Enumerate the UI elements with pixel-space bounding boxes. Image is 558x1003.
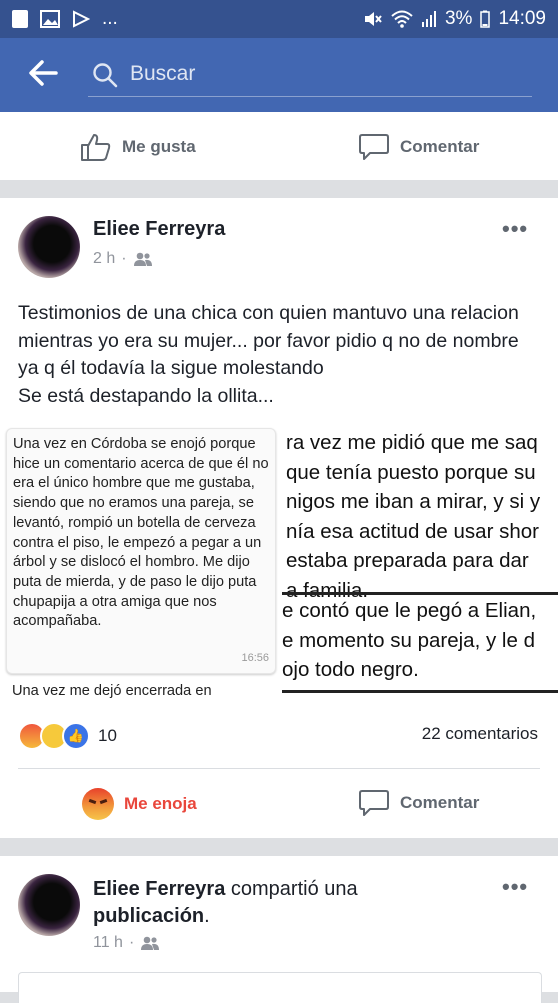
react-label: Me enoja — [124, 794, 197, 813]
chat-bubble: Una vez en Córdoba se enojó porque hice … — [6, 428, 276, 674]
chat-screenshot: Una vez en Córdoba se enojó porque hice … — [6, 428, 278, 700]
battery-icon — [480, 10, 491, 28]
more-notifications: ... — [102, 8, 118, 29]
avatar[interactable] — [18, 216, 80, 278]
comment-button[interactable]: Comentar — [358, 788, 479, 818]
screenshot-line: e contó que le pegó a Elian, — [282, 599, 537, 622]
gallery-icon — [40, 10, 60, 28]
status-bar: ... 3% 14:09 — [0, 0, 558, 38]
search-input[interactable]: Buscar — [88, 54, 532, 97]
post-meta: 2 h · — [93, 250, 153, 268]
screenshot-line: nía esa actitud de usar shor — [286, 519, 539, 543]
search-icon — [93, 63, 118, 88]
reaction-summary[interactable]: 👍 10 — [18, 722, 117, 750]
signal-icon — [421, 11, 436, 27]
post-image[interactable]: Una vez en Córdoba se enojó porque hice … — [0, 426, 558, 702]
screenshot-line: ojo todo negro. — [282, 658, 419, 681]
screenshot-line: estaba preparada para dar — [286, 549, 529, 572]
comment-icon — [359, 790, 389, 816]
battery-percent: 3% — [444, 8, 473, 29]
shared-post-author[interactable]: Eliee Ferreyra — [93, 878, 225, 900]
chat-message-time: 16:56 — [241, 652, 269, 665]
screenshot-line: ra vez me pidió que me saq — [286, 431, 538, 454]
shared-post-action: compartió una — [225, 878, 358, 900]
play-store-icon — [73, 10, 90, 28]
wifi-icon — [391, 10, 413, 28]
post-time[interactable]: 2 h — [93, 250, 115, 268]
notification-icon — [12, 10, 28, 28]
screenshot-paragraph-2: e contó que le pegó a Elian, e momento s… — [282, 596, 536, 685]
post-meta: 11 h · — [93, 934, 160, 952]
search-placeholder: Buscar — [130, 62, 196, 85]
comment-label: Comentar — [400, 137, 480, 156]
screenshot-divider — [282, 690, 558, 693]
friends-icon — [133, 252, 152, 266]
screenshot-line: e momento su pareja, y le d — [282, 628, 535, 652]
mute-icon — [364, 12, 382, 26]
comment-label: Comentar — [400, 793, 480, 812]
post-author[interactable]: Eliee Ferreyra — [93, 218, 225, 241]
text-screenshot: ra vez me pidió que me saq que tenía pue… — [282, 426, 558, 702]
react-button[interactable]: Me enoja — [82, 788, 197, 820]
chat-next-message: Una vez me dejó encerrada en — [12, 683, 212, 699]
shared-content-preview[interactable] — [18, 972, 542, 1003]
screenshot-line: que tenía puesto porque su — [286, 460, 536, 484]
post-time[interactable]: 11 h — [93, 934, 123, 952]
like-label: Me gusta — [122, 137, 196, 156]
shared-post-header: Eliee Ferreyra compartió una publicación… — [93, 878, 358, 927]
screenshot-paragraph-1: ra vez me pidió que me saq que tenía pue… — [286, 428, 540, 605]
clock: 14:09 — [498, 8, 546, 29]
angry-face-icon — [82, 788, 114, 820]
comment-icon — [359, 134, 389, 160]
like-button[interactable]: Me gusta — [80, 132, 196, 162]
previous-post-actions: Me gusta Comentar — [0, 112, 558, 180]
post-options-button[interactable]: ••• — [502, 216, 528, 242]
post-text: Testimonios de una chica con quien mantu… — [18, 302, 519, 407]
friends-icon — [141, 936, 160, 950]
reaction-count: 10 — [98, 726, 117, 745]
divider — [18, 768, 540, 769]
back-arrow-icon[interactable] — [26, 56, 60, 90]
screenshot-divider — [282, 592, 558, 595]
post-options-button[interactable]: ••• — [502, 874, 528, 900]
search-header: Buscar — [0, 38, 558, 112]
thumbs-up-icon — [81, 134, 111, 161]
shared-post-link[interactable]: publicación — [93, 905, 204, 927]
comments-count-link[interactable]: 22 comentarios — [422, 724, 538, 744]
screenshot-line: nigos me iban a mirar, y si y — [286, 490, 541, 513]
avatar[interactable] — [18, 874, 80, 936]
like-reaction-icon: 👍 — [62, 722, 90, 750]
chat-message: Una vez en Córdoba se enojó porque hice … — [13, 436, 269, 630]
comment-button[interactable]: Comentar — [358, 132, 479, 162]
